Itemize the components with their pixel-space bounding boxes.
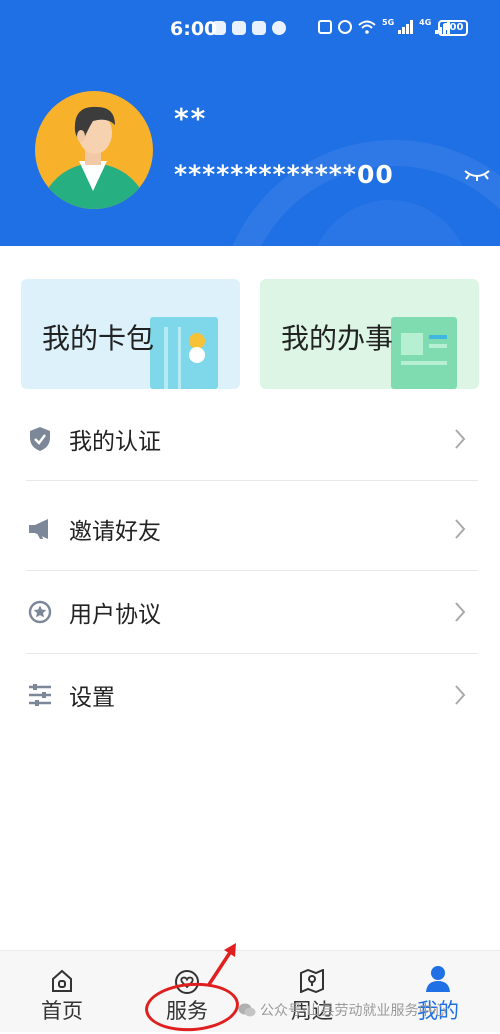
menu-label: 我的认证 bbox=[69, 429, 161, 455]
watermark-text: 公众号·山县劳动就业服务中心 bbox=[260, 1003, 447, 1019]
affairs-card-label: 我的办事 bbox=[281, 322, 394, 355]
menu-label: 设置 bbox=[69, 685, 115, 711]
star-badge-icon bbox=[28, 600, 52, 624]
profile-header: 6:00 5G 4G 100 ** *************00 bbox=[0, 0, 500, 246]
app-notification-icon bbox=[252, 21, 266, 35]
watermark: 公众号·山县劳动就业服务中心 bbox=[238, 1000, 446, 1020]
alarm-icon bbox=[338, 20, 352, 34]
menu-item-user-agreement[interactable]: 用户协议 bbox=[26, 571, 478, 653]
chevron-right-icon bbox=[455, 685, 466, 705]
wechat-icon bbox=[238, 1003, 256, 1017]
menu-label: 邀请好友 bbox=[69, 519, 161, 545]
chevron-right-icon bbox=[455, 602, 466, 622]
nav-tab-home[interactable]: 首页 bbox=[12, 951, 112, 1032]
wallet-card-label: 我的卡包 bbox=[42, 322, 155, 355]
chevron-right-icon bbox=[455, 429, 466, 449]
menu-item-my-certification[interactable]: 我的认证 bbox=[26, 398, 478, 480]
megaphone-icon bbox=[29, 519, 48, 539]
system-icons: 5G 4G bbox=[318, 17, 451, 34]
avatar[interactable] bbox=[35, 91, 153, 209]
network-type-1: 5G bbox=[382, 17, 395, 27]
hidden-eye-icon[interactable] bbox=[463, 168, 491, 182]
nav-label: 首页 bbox=[41, 999, 83, 1023]
status-bar: 6:00 5G 4G 100 bbox=[0, 0, 500, 60]
app-notification-icon bbox=[232, 21, 246, 35]
menu-item-invite-friends[interactable]: 邀请好友 bbox=[26, 488, 478, 570]
chevron-right-icon bbox=[455, 519, 466, 539]
app-notification-icon bbox=[212, 21, 226, 35]
my-affairs-card[interactable]: 我的办事 bbox=[260, 279, 479, 389]
red-arrow-annotation bbox=[206, 943, 236, 987]
person-icon bbox=[426, 966, 450, 992]
nfc-icon bbox=[318, 20, 332, 34]
menu-item-settings[interactable]: 设置 bbox=[26, 654, 478, 736]
signal-icon bbox=[398, 20, 414, 34]
map-pin-icon bbox=[300, 969, 324, 993]
sliders-icon bbox=[29, 684, 51, 706]
wifi-icon bbox=[358, 20, 376, 34]
card-wallet-icon bbox=[150, 317, 218, 389]
user-name: ** bbox=[174, 102, 208, 135]
shield-check-icon bbox=[30, 427, 50, 451]
avatar-person-icon bbox=[49, 106, 139, 209]
notification-icons bbox=[212, 21, 286, 35]
user-id-number: *************00 bbox=[174, 160, 394, 189]
my-wallet-card[interactable]: 我的卡包 bbox=[21, 279, 240, 389]
menu-label: 用户协议 bbox=[69, 602, 161, 628]
app-notification-icon bbox=[272, 21, 286, 35]
affairs-card-icon bbox=[391, 317, 457, 389]
divider bbox=[26, 480, 478, 481]
network-type-2: 4G bbox=[419, 17, 432, 27]
battery-icon: 100 bbox=[438, 20, 468, 36]
status-time: 6:00 bbox=[170, 18, 218, 40]
home-icon bbox=[52, 969, 72, 992]
